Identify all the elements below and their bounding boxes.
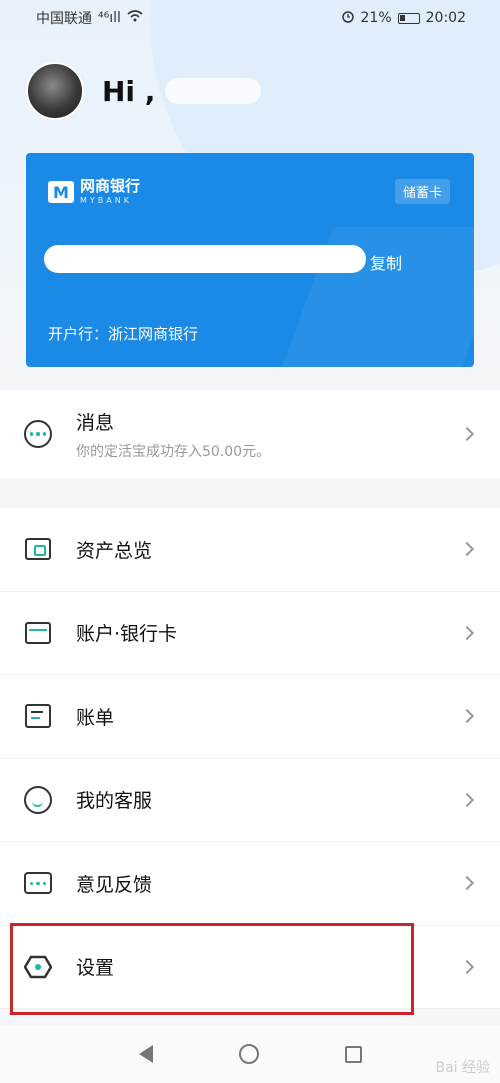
profile-header[interactable]: Hi , — [26, 62, 262, 120]
message-subtitle: 你的定活宝成功存入50.00元。 — [76, 443, 271, 460]
menu-item-bills[interactable]: 账单 — [0, 675, 500, 759]
bank-logo: M 网商银行 MYBANK — [48, 179, 140, 205]
chevron-right-icon — [459, 426, 475, 442]
menu-item-settings[interactable]: 设置 — [0, 926, 500, 1009]
clock: 20:02 — [425, 10, 466, 26]
recent-apps-icon[interactable] — [344, 1045, 362, 1063]
greeting-text: Hi , — [102, 74, 156, 108]
system-nav-bar — [0, 1025, 500, 1083]
chevron-right-icon — [459, 876, 475, 891]
username-redacted — [165, 78, 262, 104]
battery-percent: 21% — [360, 10, 392, 26]
menu-item-feedback[interactable]: 意见反馈 — [0, 842, 500, 926]
menu-item-customer-service[interactable]: 我的客服 — [0, 759, 500, 842]
avatar[interactable] — [26, 62, 84, 120]
chevron-right-icon — [459, 709, 475, 724]
back-icon[interactable] — [138, 1045, 153, 1063]
copy-button[interactable]: 复制 — [370, 250, 402, 274]
card-type-badge: 储蓄卡 — [394, 179, 450, 204]
bank-logo-cn: 网商银行 — [80, 177, 141, 195]
watermark: Bai 经验 — [435, 1060, 490, 1076]
service-icon — [24, 785, 52, 814]
signal-icon: ⁴⁶ıll — [98, 10, 121, 26]
chevron-right-icon — [459, 792, 475, 807]
menu-item-account-cards[interactable]: 账户·银行卡 — [0, 592, 500, 675]
card-number-redacted — [44, 245, 366, 273]
message-title: 消息 — [76, 411, 115, 434]
menu-item-label: 账户·银行卡 — [76, 623, 178, 646]
status-bar: 中国联通 ⁴⁶ıll 21% 20:02 — [0, 0, 500, 36]
chevron-right-icon — [459, 959, 475, 974]
battery-icon — [397, 12, 420, 24]
bank-logo-en: MYBANK — [80, 196, 132, 205]
settings-icon — [23, 955, 53, 979]
bank-card[interactable]: M 网商银行 MYBANK 储蓄卡 复制 开户行：浙江网商银行 — [26, 153, 474, 367]
menu-list: 资产总览 账户·银行卡 账单 我的客服 意见反馈 设置 — [0, 508, 500, 1009]
feedback-icon — [24, 872, 52, 895]
card-icon — [25, 621, 51, 644]
menu-item-label: 我的客服 — [76, 790, 153, 813]
message-row[interactable]: 消息 你的定活宝成功存入50.00元。 — [0, 390, 500, 478]
mybank-logo-icon: M — [48, 181, 74, 203]
home-icon[interactable] — [238, 1044, 259, 1064]
chevron-right-icon — [459, 625, 475, 640]
wifi-icon — [127, 10, 143, 26]
carrier-label: 中国联通 — [36, 11, 92, 27]
message-icon — [24, 420, 52, 448]
wallet-icon — [25, 538, 51, 561]
bill-icon — [25, 704, 51, 729]
menu-item-label: 账单 — [76, 706, 115, 729]
chevron-right-icon — [459, 542, 475, 557]
alarm-icon — [341, 9, 355, 27]
menu-item-label: 设置 — [76, 957, 115, 980]
menu-item-assets[interactable]: 资产总览 — [0, 508, 500, 592]
menu-item-label: 意见反馈 — [76, 873, 153, 896]
opening-bank-label: 开户行：浙江网商银行 — [48, 325, 199, 343]
menu-item-label: 资产总览 — [76, 539, 153, 562]
